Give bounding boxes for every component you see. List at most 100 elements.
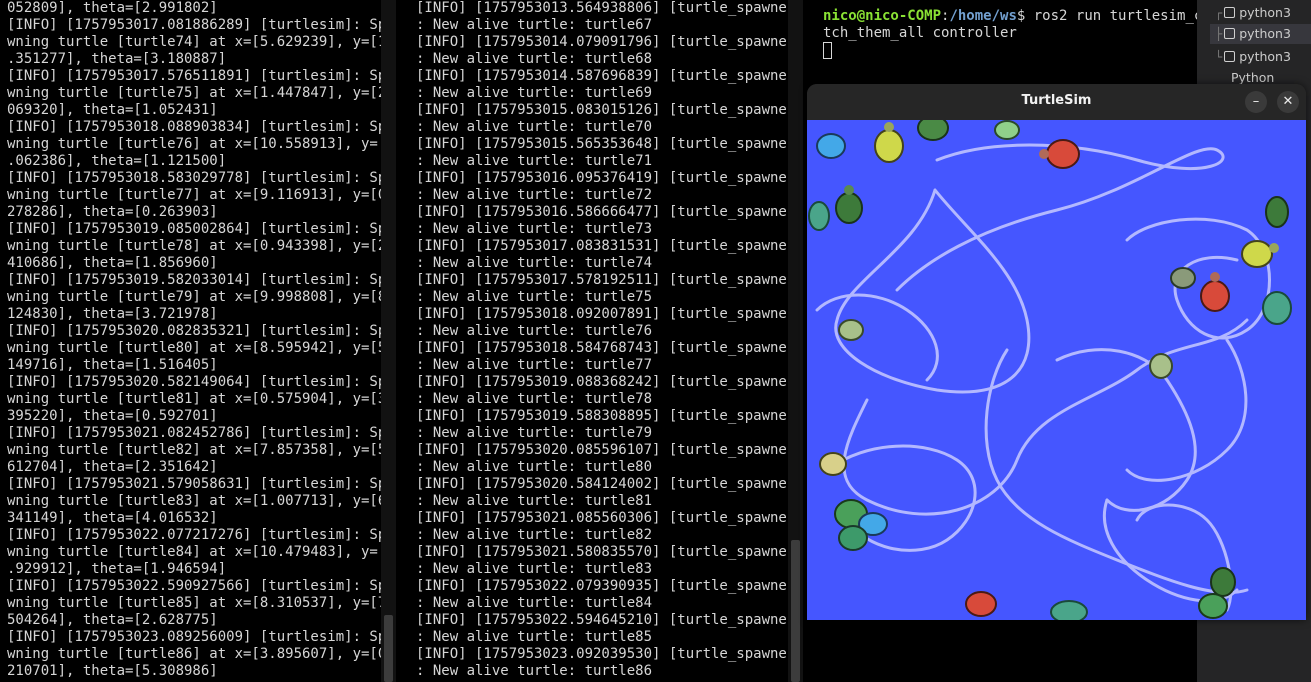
terminal-line: 612704], theta=[2.351642]: [7, 459, 218, 475]
terminal-line: wning turtle [turtle75] at x=[1.447847],…: [7, 85, 381, 101]
terminal-line: [INFO] [1757953016.095376419] [turtle_sp…: [416, 170, 788, 186]
terminal-line: [INFO] [1757953022.077217276] [turtlesim…: [7, 527, 381, 543]
terminal-line: : New alive turtle: turtle68: [416, 51, 653, 67]
process-label: python3: [1239, 49, 1291, 64]
terminal-line: 341149], theta=[4.016532]: [7, 510, 218, 526]
terminal-line: : New alive turtle: turtle83: [416, 561, 653, 577]
terminal-line: : New alive turtle: turtle81: [416, 493, 653, 509]
terminal-line: wning turtle [turtle79] at x=[9.998808],…: [7, 289, 381, 305]
terminal-line: .929912], theta=[1.946594]: [7, 561, 227, 577]
process-icon: [1224, 28, 1236, 39]
window-titlebar[interactable]: TurtleSim – ✕: [807, 84, 1306, 120]
turtle-icon: [1200, 272, 1230, 312]
terminal-line: : New alive turtle: turtle76: [416, 323, 653, 339]
terminal-left-scrollbar[interactable]: [381, 0, 396, 682]
terminal-line: : New alive turtle: turtle85: [416, 629, 653, 645]
scrollbar-thumb[interactable]: [384, 615, 393, 682]
terminal-line: [INFO] [1757953016.586666477] [turtle_sp…: [416, 204, 788, 220]
process-icon: [1224, 51, 1236, 62]
terminal-line: wning turtle [turtle76] at x=[10.558913]…: [7, 136, 381, 152]
terminal-line: [INFO] [1757953022.590927566] [turtlesim…: [7, 578, 381, 594]
terminal-line: [INFO] [1757953019.088368242] [turtle_sp…: [416, 374, 788, 390]
turtle-icon: [994, 120, 1020, 140]
terminal-line: [INFO] [1757953022.079390935] [turtle_sp…: [416, 578, 788, 594]
prompt-path: /home/ws: [949, 8, 1017, 24]
turtle-icon: [819, 452, 847, 476]
turtle-icon: [838, 525, 868, 551]
turtlesim-window[interactable]: TurtleSim – ✕: [807, 84, 1306, 620]
terminal-line: 278286], theta=[0.263903]: [7, 204, 218, 220]
minimize-button[interactable]: –: [1245, 91, 1267, 113]
terminal-line: wning turtle [turtle80] at x=[8.595942],…: [7, 340, 381, 356]
terminal-line: [INFO] [1757953014.079091796] [turtle_sp…: [416, 34, 788, 50]
terminal-cursor: [823, 42, 832, 59]
terminal-line: wning turtle [turtle78] at x=[0.943398],…: [7, 238, 381, 254]
terminal-line: wning turtle [turtle74] at x=[5.629239],…: [7, 34, 381, 50]
minimize-icon: –: [1252, 94, 1260, 109]
terminal-line: [INFO] [1757953015.083015126] [turtle_sp…: [416, 102, 788, 118]
terminal-line: : New alive turtle: turtle82: [416, 527, 653, 543]
turtle-icon: [1241, 240, 1279, 268]
process-label: python3: [1239, 26, 1291, 41]
terminal-line: : New alive turtle: turtle84: [416, 595, 653, 611]
turtle-icon: [808, 201, 830, 231]
terminal-line: wning turtle [turtle77] at x=[9.116913],…: [7, 187, 381, 203]
turtle-icon: [1210, 567, 1236, 597]
terminal-line: : New alive turtle: turtle69: [416, 85, 653, 101]
terminal-line: [INFO] [1757953017.578192511] [turtle_sp…: [416, 272, 788, 288]
terminal-line: 149716], theta=[1.516405]: [7, 357, 218, 373]
prompt-symbol: $: [1016, 8, 1034, 24]
tree-connector: ┌: [1215, 6, 1223, 20]
terminal-line: : New alive turtle: turtle70: [416, 119, 653, 135]
turtle-icon: [1198, 593, 1228, 619]
turtle-icon: [874, 122, 904, 163]
pen-trail-lines: [815, 143, 1271, 612]
terminal-line: [INFO] [1757953018.088903834] [turtlesim…: [7, 119, 381, 135]
terminal-spawner-log[interactable]: [INFO] [1757953013.564938806] [turtle_sp…: [396, 0, 788, 682]
terminal-middle-scrollbar[interactable]: [788, 0, 803, 682]
process-label: python3: [1239, 5, 1291, 20]
close-button[interactable]: ✕: [1277, 91, 1299, 113]
turtle-icon: [965, 591, 997, 617]
turtle-trails: [808, 115, 1292, 620]
process-item[interactable]: └ python3: [1215, 49, 1291, 64]
terminal-line: wning turtle [turtle85] at x=[8.310537],…: [7, 595, 381, 611]
window-title: TurtleSim: [1021, 93, 1092, 108]
terminal-line: : New alive turtle: turtle79: [416, 425, 653, 441]
command-text-wrap: tch_them_all controller: [823, 25, 1017, 41]
terminal-turtlesim-log[interactable]: 052809], theta=[2.991802] [INFO] [175795…: [0, 0, 381, 682]
process-item[interactable]: ┌ python3: [1215, 5, 1291, 20]
terminal-line: [INFO] [1757953017.083831531] [turtle_sp…: [416, 238, 788, 254]
terminal-line: [INFO] [1757953021.082452786] [turtlesim…: [7, 425, 381, 441]
terminal-line: wning turtle [turtle82] at x=[7.857358],…: [7, 442, 381, 458]
terminal-line: : New alive turtle: turtle80: [416, 459, 653, 475]
terminal-line: [INFO] [1757953020.584124002] [turtle_sp…: [416, 476, 788, 492]
terminal-line: [INFO] [1757953020.085596107] [turtle_sp…: [416, 442, 788, 458]
terminal-line: [INFO] [1757953020.582149064] [turtlesim…: [7, 374, 381, 390]
terminal-line: : New alive turtle: turtle74: [416, 255, 653, 271]
turtle-icon: [835, 185, 863, 224]
close-icon: ✕: [1282, 94, 1294, 109]
tree-connector: └: [1215, 50, 1223, 64]
scrollbar-thumb[interactable]: [791, 540, 800, 682]
turtlesim-canvas: [807, 115, 1306, 620]
terminal-line: : New alive turtle: turtle86: [416, 663, 653, 679]
process-item-selected[interactable]: ├ python3: [1210, 24, 1311, 44]
turtle-icon: [1050, 600, 1088, 620]
terminal-line: : New alive turtle: turtle73: [416, 221, 653, 237]
terminal-line: [INFO] [1757953019.588308895] [turtle_sp…: [416, 408, 788, 424]
turtle-icon: [1262, 291, 1292, 325]
terminal-line: 504264], theta=[2.628775]: [7, 612, 218, 628]
command-text: ros2 run turtlesim_ca: [1033, 8, 1197, 24]
terminal-line: [INFO] [1757953014.587696839] [turtle_sp…: [416, 68, 788, 84]
turtle-icon: [917, 115, 949, 141]
terminal-line: [INFO] [1757953021.580835570] [turtle_sp…: [416, 544, 788, 560]
terminal-line: 124830], theta=[3.721978]: [7, 306, 218, 322]
terminal-line: : New alive turtle: turtle77: [416, 357, 653, 373]
turtle-icon: [1170, 267, 1196, 289]
process-item[interactable]: Python: [1231, 70, 1274, 85]
terminal-line: [INFO] [1757953015.565353648] [turtle_sp…: [416, 136, 788, 152]
terminal-line: 069320], theta=[1.052431]: [7, 102, 218, 118]
terminal-log-text: [INFO] [1757953013.564938806] [turtle_sp…: [396, 0, 788, 680]
terminal-line: [INFO] [1757953019.085002864] [turtlesim…: [7, 221, 381, 237]
